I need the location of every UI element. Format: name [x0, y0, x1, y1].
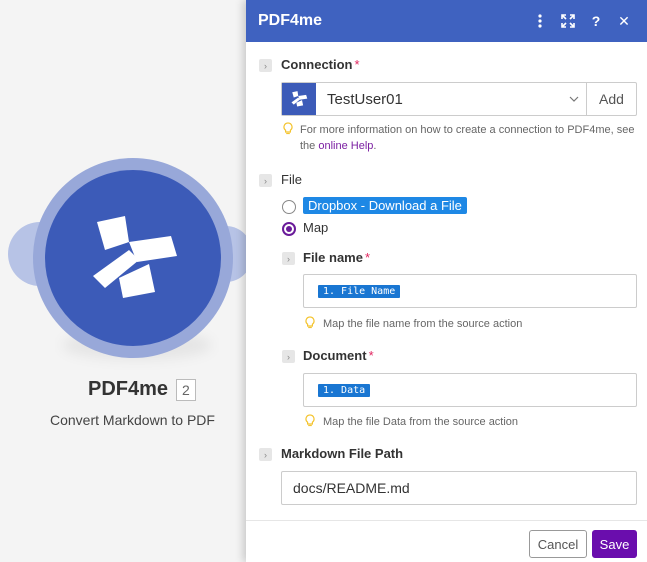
file-label: File [281, 172, 302, 187]
chevron-right-icon[interactable]: › [259, 59, 272, 72]
connection-selected-value: TestUser01 [327, 90, 403, 108]
file-name-label: File name * [303, 250, 371, 265]
connection-hint: For more information on how to create a … [300, 124, 635, 152]
module-number-badge: 2 [176, 378, 196, 401]
module-name: PDF4me [88, 378, 169, 400]
panel-title: PDF4me [258, 12, 323, 29]
connection-select[interactable]: TestUser01 Add [281, 82, 637, 116]
document-hint: Map the file Data from the source action [323, 416, 519, 428]
markdown-path-label: Markdown File Path [281, 446, 404, 461]
document-field[interactable]: 1. Data [303, 373, 637, 407]
module-settings-panel: PDF4me ? ✕ › Connection * TestUser01 Add… [246, 0, 647, 562]
dropbox-option-label[interactable]: Dropbox - Download a File [303, 197, 467, 214]
document-label: Document * [303, 348, 374, 363]
module-title: PDF4me 2 [88, 378, 196, 401]
cancel-button[interactable]: Cancel [529, 530, 587, 558]
file-name-token[interactable]: 1. File Name [318, 285, 401, 298]
radio-dropbox[interactable] [282, 200, 296, 214]
file-name-field[interactable]: 1. File Name [303, 274, 637, 308]
close-icon[interactable]: ✕ [613, 10, 635, 32]
connection-label: Connection * [281, 57, 360, 72]
chevron-right-icon[interactable]: › [259, 448, 272, 461]
lightbulb-icon [305, 414, 315, 427]
pdf4me-connection-icon [282, 83, 316, 115]
lightbulb-icon [283, 122, 293, 135]
lightbulb-icon [305, 316, 315, 329]
markdown-path-value: docs/README.md [293, 480, 410, 496]
more-vertical-icon[interactable] [529, 10, 551, 32]
chevron-right-icon[interactable]: › [282, 252, 295, 265]
pdf4me-module[interactable] [45, 170, 221, 346]
markdown-path-input[interactable]: docs/README.md [281, 471, 637, 505]
chevron-down-icon[interactable] [562, 83, 586, 115]
save-button[interactable]: Save [592, 530, 637, 558]
document-token[interactable]: 1. Data [318, 384, 371, 397]
panel-header: PDF4me ? ✕ [246, 0, 647, 42]
module-subtitle: Convert Markdown to PDF [50, 412, 215, 428]
expand-icon[interactable] [557, 10, 579, 32]
help-icon[interactable]: ? [585, 10, 607, 32]
file-name-hint: Map the file name from the source action [323, 318, 523, 330]
radio-map[interactable] [282, 222, 296, 236]
pdf4me-logo-icon [93, 216, 177, 298]
online-help-link[interactable]: online Help [318, 140, 373, 152]
add-connection-button[interactable]: Add [586, 83, 636, 115]
chevron-right-icon[interactable]: › [259, 174, 272, 187]
map-option-label[interactable]: Map [303, 220, 328, 235]
chevron-right-icon[interactable]: › [282, 350, 295, 363]
panel-body: › Connection * TestUser01 Add For more i… [246, 42, 647, 520]
